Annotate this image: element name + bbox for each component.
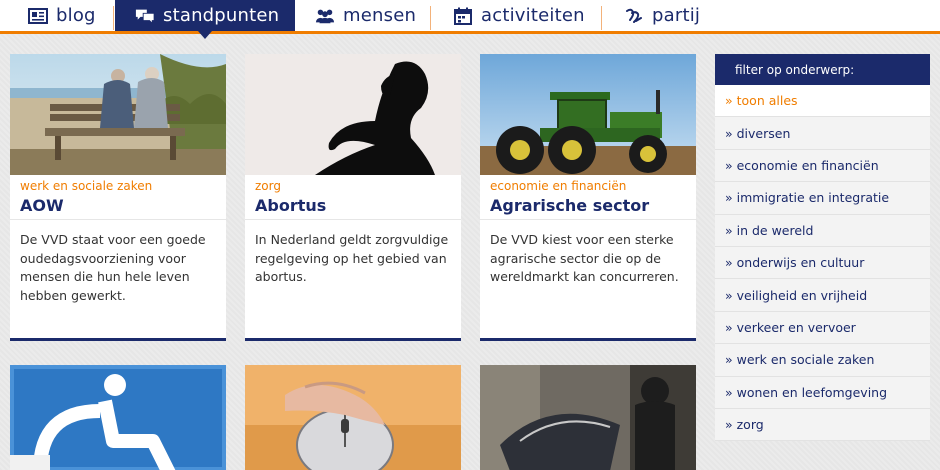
- filter-item-wonen[interactable]: » wonen en leefomgeving: [715, 376, 930, 409]
- filter-heading: filter op onderwerp:: [715, 54, 930, 85]
- standpunt-card[interactable]: economie en financiën Agrarische sector …: [480, 54, 696, 341]
- nav-activiteiten-label: activiteiten: [481, 5, 585, 26]
- card-category: zorg: [255, 179, 281, 193]
- nav-mensen[interactable]: mensen: [315, 0, 416, 31]
- card-description: De VVD staat voor een goede oudedagsvoor…: [20, 232, 206, 303]
- card-category: economie en financiën: [490, 179, 627, 193]
- nav-divider: [113, 6, 114, 30]
- filter-item-veiligheid[interactable]: » veiligheid en vrijheid: [715, 279, 930, 312]
- blog-icon: [28, 7, 48, 25]
- card-photo-wheelchair: [10, 365, 226, 470]
- nav-blog-label: blog: [56, 5, 96, 26]
- filter-item-verkeer[interactable]: » verkeer en vervoer: [715, 311, 930, 345]
- filter-item-werk[interactable]: » werk en sociale zaken: [715, 344, 930, 377]
- calendar-icon: [453, 7, 473, 25]
- nav-mensen-label: mensen: [343, 5, 417, 26]
- main-nav: blog standpunten mensen activiteiten par…: [0, 0, 940, 39]
- filter-item-immigratie[interactable]: » immigratie en integratie: [715, 182, 930, 215]
- filter-item-diversen[interactable]: » diversen: [715, 117, 930, 150]
- card-photo-umbrella: [480, 365, 696, 470]
- filter-item-zorg[interactable]: » zorg: [715, 408, 930, 442]
- card-title[interactable]: AOW: [10, 195, 226, 220]
- nav-divider: [601, 6, 602, 30]
- signature-icon: [624, 7, 644, 25]
- standpunt-card[interactable]: zorg Abortus In Nederland geldt zorgvuld…: [245, 54, 461, 341]
- nav-partij[interactable]: partij: [624, 0, 700, 31]
- card-description: In Nederland geldt zorgvuldige regelgevi…: [255, 232, 449, 284]
- nav-activiteiten[interactable]: activiteiten: [453, 0, 585, 31]
- nav-standpunten-label: standpunten: [163, 5, 280, 26]
- card-photo-silhouette: [245, 54, 461, 175]
- filter-item-onderwijs[interactable]: » onderwijs en cultuur: [715, 246, 930, 280]
- card-photo-tractor: [480, 54, 696, 175]
- card-title[interactable]: Agrarische sector: [480, 195, 696, 220]
- filter-item-wereld[interactable]: » in de wereld: [715, 214, 930, 247]
- card-photo-mouse: [245, 365, 461, 470]
- card-description: De VVD kiest voor een sterke agrarische …: [490, 232, 679, 284]
- filter-item-toon-alles[interactable]: » toon alles: [715, 85, 930, 118]
- topic-filter: filter op onderwerp: » toon alles » dive…: [715, 54, 930, 442]
- nav-divider: [430, 6, 431, 30]
- nav-partij-label: partij: [652, 5, 701, 26]
- standpunt-card[interactable]: [10, 365, 226, 470]
- card-category: werk en sociale zaken: [20, 179, 153, 193]
- nav-standpunten[interactable]: standpunten: [115, 0, 295, 39]
- standpunt-card[interactable]: werk en sociale zaken AOW De VVD staat v…: [10, 54, 226, 341]
- speech-bubbles-icon: [135, 7, 155, 25]
- people-icon: [315, 7, 335, 25]
- nav-blog[interactable]: blog: [28, 0, 96, 31]
- card-photo-bench: [10, 54, 226, 175]
- standpunt-card[interactable]: [245, 365, 461, 470]
- standpunt-card[interactable]: [480, 365, 696, 470]
- filter-item-economie[interactable]: » economie en financiën: [715, 149, 930, 183]
- card-title[interactable]: Abortus: [245, 195, 461, 220]
